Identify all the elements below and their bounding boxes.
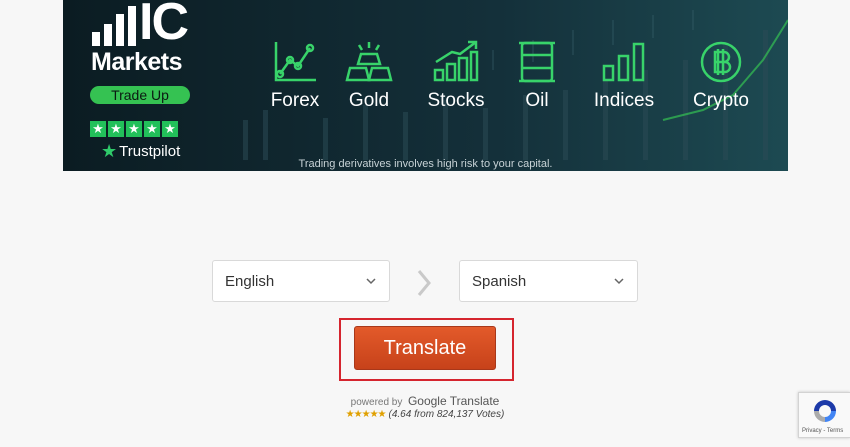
category-label: Gold xyxy=(348,90,390,111)
chevron-right-icon xyxy=(417,270,431,296)
bitcoin-icon xyxy=(700,41,742,83)
recaptcha-badge[interactable]: Privacy - Terms xyxy=(798,392,850,438)
recaptcha-icon xyxy=(814,400,836,422)
powered-by-google: powered by Google Translate xyxy=(0,394,850,408)
powered-by-label: powered by xyxy=(350,397,403,408)
rating-stars-icon: ★★★★★ xyxy=(345,409,387,420)
category-label: Forex xyxy=(270,90,320,111)
rating-summary: ★★★★★ (4.64 from 824,137 Votes) xyxy=(0,409,850,420)
category-indices: Indices xyxy=(584,40,664,112)
category-label: Crypto xyxy=(693,90,749,111)
category-forex: Forex xyxy=(255,40,335,112)
star-icon: ★ xyxy=(108,121,124,137)
ic-logo-bars-icon xyxy=(92,6,136,46)
category-label: Oil xyxy=(525,90,549,111)
bar-chart-icon xyxy=(602,42,645,82)
category-crypto: Crypto xyxy=(681,40,761,112)
chevron-down-icon xyxy=(366,278,376,285)
target-language-value: Spanish xyxy=(472,273,527,290)
chevron-down-icon xyxy=(614,278,624,285)
rating-text: (4.64 from 824,137 Votes) xyxy=(388,409,505,420)
trade-up-badge: Trade Up xyxy=(90,86,190,104)
logo-markets-text: Markets xyxy=(91,48,183,76)
risk-disclaimer: Trading derivatives involves high risk t… xyxy=(298,158,553,170)
ad-banner[interactable]: IC Markets Trade Up ★ ★ ★ ★ ★ ★ Trustpilo… xyxy=(63,0,788,171)
line-chart-icon xyxy=(274,42,316,82)
category-stocks: Stocks xyxy=(416,40,496,112)
category-gold: Gold xyxy=(329,40,409,112)
bar-chart-up-icon xyxy=(433,40,479,82)
category-oil: Oil xyxy=(497,40,577,112)
gold-bars-icon xyxy=(345,42,393,82)
source-language-select[interactable]: English xyxy=(212,260,390,302)
google-translate-label: Google Translate xyxy=(407,394,500,408)
translate-button[interactable]: Translate xyxy=(354,326,496,370)
category-label: Indices xyxy=(593,90,655,111)
recaptcha-links[interactable]: Privacy - Terms xyxy=(802,428,843,434)
trustpilot-rating-stars: ★ ★ ★ ★ ★ xyxy=(90,121,178,137)
star-icon: ★ xyxy=(144,121,160,137)
source-language-value: English xyxy=(225,273,275,290)
oil-barrel-icon xyxy=(519,41,555,83)
star-icon: ★ xyxy=(90,121,106,137)
logo-ic-text: IC xyxy=(139,0,189,51)
star-icon: ★ xyxy=(126,121,142,137)
star-icon: ★ xyxy=(162,121,178,137)
target-language-select[interactable]: Spanish xyxy=(459,260,638,302)
category-label: Stocks xyxy=(427,90,485,111)
